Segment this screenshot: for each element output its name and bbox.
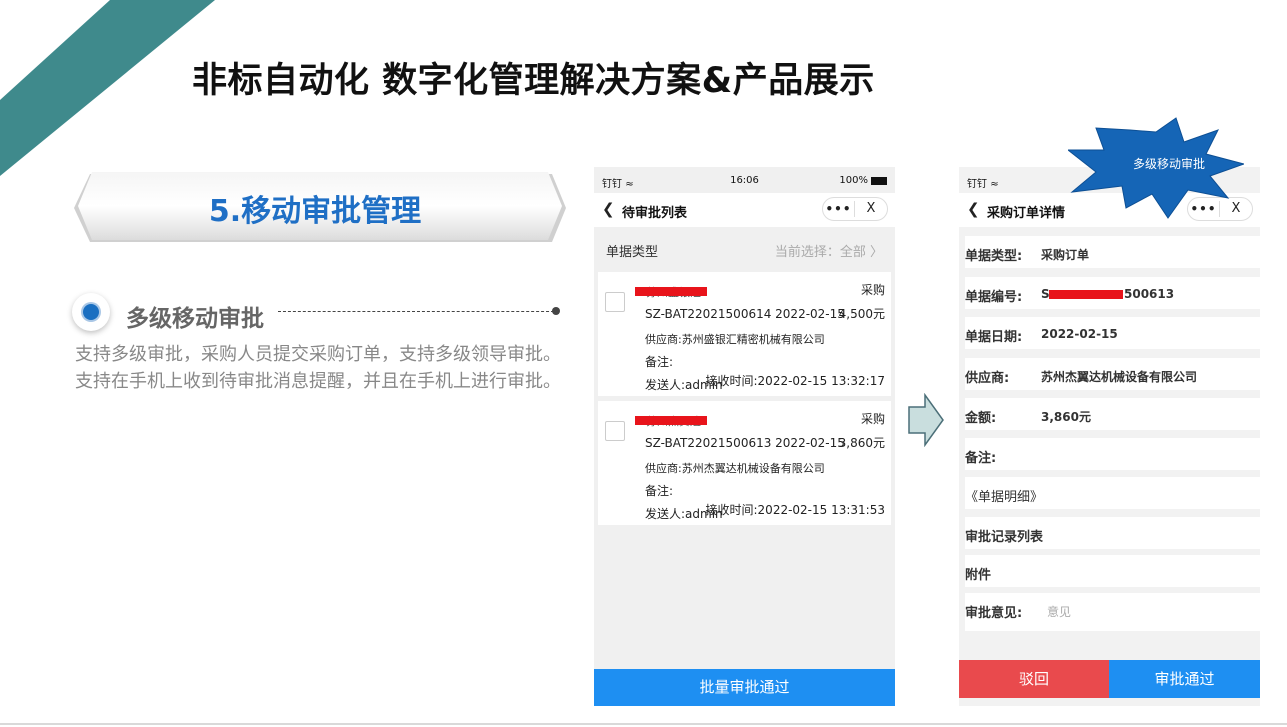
field-label: 备注:	[965, 451, 997, 466]
field-document-number: 单据编号: S 500613	[965, 277, 1260, 309]
field-value: 3,860元	[1041, 410, 1091, 424]
field-amount: 金额: 3,860元	[965, 398, 1260, 430]
field-value: 苏州杰翼达机械设备有限公司	[1041, 370, 1198, 384]
feature-title: 多级移动审批	[126, 306, 264, 332]
card-received-time: 接收时间:2022-02-15 13:32:17	[705, 374, 886, 388]
approval-records-link[interactable]: 审批记录列表	[965, 517, 1260, 549]
link-label: 《单据明细》	[965, 490, 1044, 505]
select-checkbox[interactable]	[605, 292, 625, 312]
starburst-callout-label: 多级移动审批	[1132, 157, 1205, 171]
approve-button[interactable]: 审批通过	[1109, 660, 1260, 698]
filter-label: 单据类型	[606, 245, 659, 260]
select-checkbox[interactable]	[605, 421, 625, 441]
card-type: 采购	[860, 412, 885, 426]
field-label: 金额:	[965, 411, 997, 426]
redaction-bar	[635, 416, 707, 425]
status-bar: 钉钉 ≈ 16:06 100%	[594, 167, 895, 193]
approval-list-screen: 钉钉 ≈ 16:06 100% ❮ 待审批列表 ••• X 单据类型 当前选择：…	[594, 167, 895, 706]
card-supplier: 供应商:苏州盛银汇精密机械有限公司	[645, 333, 825, 346]
approval-card[interactable]: 苏州盛银汇 采购 SZ-BAT22021500614 2022-02-15 4,…	[598, 272, 891, 396]
feature-description: 支持多级审批，采购人员提交采购订单，支持多级领导审批。 支持在手机上收到待审批消…	[75, 341, 561, 395]
bottom-divider	[0, 723, 1287, 725]
filter-current-value: 当前选择：全部 〉	[774, 245, 883, 260]
close-icon[interactable]: X	[855, 201, 887, 217]
chevron-left-icon[interactable]: ❮	[967, 200, 980, 218]
link-label: 审批记录列表	[965, 530, 1044, 545]
batch-approve-button[interactable]: 批量审批通过	[594, 669, 895, 706]
battery-status: 100%	[839, 175, 887, 186]
card-type: 采购	[860, 283, 885, 297]
nav-title: 采购订单详情	[987, 206, 1066, 221]
order-detail-screen: 钉钉 ≈ ❮ 采购订单详情 ••• X 单据类型: 采购订单 单据编号: S 5…	[959, 167, 1260, 706]
redaction-bar	[635, 287, 707, 296]
card-received-time: 接收时间:2022-02-15 13:31:53	[705, 503, 886, 517]
reject-button[interactable]: 驳回	[959, 660, 1109, 698]
nav-title: 待审批列表	[622, 206, 688, 221]
attachments-link[interactable]: 附件	[965, 555, 1260, 587]
description-line: 支持在手机上收到待审批消息提醒，并且在手机上进行审批。	[75, 371, 561, 392]
wifi-icon: ≈	[990, 179, 999, 190]
document-type-filter[interactable]: 单据类型 当前选择：全部 〉	[594, 231, 895, 267]
redaction-bar	[1049, 290, 1123, 299]
card-amount: 3,860元	[838, 436, 885, 450]
field-label: 单据日期:	[965, 330, 1023, 345]
card-number-date: SZ-BAT22021500614 2022-02-15	[645, 307, 845, 321]
chevron-left-icon[interactable]: ❮	[602, 200, 615, 218]
card-amount: 4,500元	[838, 307, 885, 321]
link-label: 附件	[965, 568, 992, 583]
field-value-suffix: 500613	[1124, 287, 1175, 301]
field-supplier: 供应商: 苏州杰翼达机械设备有限公司	[965, 358, 1260, 390]
field-label: 审批意见:	[965, 606, 1023, 621]
dashed-connector	[278, 311, 554, 312]
approval-action-bar: 驳回 审批通过	[959, 660, 1260, 698]
card-note: 备注:	[645, 484, 674, 498]
field-label: 供应商:	[965, 371, 1010, 386]
connector-end-dot	[552, 307, 560, 315]
card-note: 备注:	[645, 355, 674, 369]
approval-opinion-field[interactable]: 审批意见: 意见	[965, 593, 1260, 631]
description-line: 支持多级审批，采购人员提交采购订单，支持多级领导审批。	[75, 344, 561, 365]
bullet-icon	[72, 293, 110, 331]
field-value: 采购订单	[1041, 248, 1090, 262]
field-label: 单据编号:	[965, 290, 1023, 305]
carrier-label: 钉钉 ≈	[967, 179, 999, 190]
arrow-right-icon	[908, 393, 944, 447]
field-document-date: 单据日期: 2022-02-15	[965, 317, 1260, 349]
page-title: 非标自动化 数字化管理解决方案&产品展示	[192, 61, 875, 101]
opinion-input-placeholder[interactable]: 意见	[1047, 603, 1071, 620]
battery-icon	[871, 176, 887, 185]
card-supplier: 供应商:苏州杰翼达机械设备有限公司	[645, 462, 825, 475]
field-document-type: 单据类型: 采购订单	[965, 236, 1260, 268]
more-icon[interactable]: •••	[823, 201, 855, 217]
field-note: 备注:	[965, 438, 1260, 470]
mini-program-capsule: ••• X	[822, 197, 888, 221]
section-title: 5.移动审批管理	[208, 194, 422, 229]
card-number-date: SZ-BAT22021500613 2022-02-15	[645, 436, 845, 450]
document-details-link[interactable]: 《单据明细》	[965, 477, 1260, 509]
nav-bar: ❮ 待审批列表 ••• X	[594, 193, 895, 227]
approval-card[interactable]: 苏州杰翼达 采购 SZ-BAT22021500613 2022-02-15 3,…	[598, 401, 891, 525]
field-value: 2022-02-15	[1041, 327, 1118, 341]
field-label: 单据类型:	[965, 249, 1023, 264]
